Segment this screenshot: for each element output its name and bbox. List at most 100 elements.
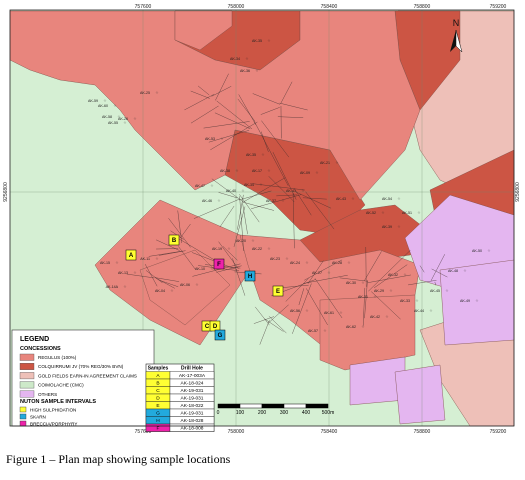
grid-label-easting: 758400: [321, 429, 338, 435]
scale-label: 500m: [322, 410, 335, 416]
table-cell-hole: AK-18-022: [181, 403, 204, 409]
table-cell-hole: AK-18-024: [181, 381, 204, 387]
drill-hole: ☆AK-34: [230, 57, 249, 62]
grid-label-easting: 759200: [490, 429, 507, 435]
legend-swatch: [19, 413, 27, 420]
hole-label: AK-42: [370, 315, 380, 319]
drill-hole: ☆AK-45: [430, 289, 449, 294]
drill-hole: ☆AK-26: [118, 117, 137, 122]
hole-label: AK-04: [155, 289, 165, 293]
table-cell-sample: F: [157, 426, 160, 432]
legend-swatch: [19, 372, 35, 380]
sample-marker-label: H: [248, 274, 252, 280]
drill-hole: ☆AK-09: [300, 171, 319, 176]
sample-marker-g: G: [214, 329, 226, 341]
plan-map: 7576007576007580007580007584007584007588…: [0, 0, 525, 445]
drill-hole: ☆AK-48: [448, 269, 467, 274]
grid-label-easting: 758800: [414, 429, 431, 435]
hole-label: AK-29: [374, 289, 384, 293]
drill-hole: ☆AK-28: [332, 261, 351, 266]
legend-label: REGULUS (100%): [38, 355, 77, 360]
legend-swatch: [19, 406, 27, 413]
hole-label: AK-38: [220, 169, 230, 173]
drill-hole: ☆AK-62: [346, 325, 365, 330]
legend-swatch: [19, 390, 35, 398]
scale-label: 300: [280, 410, 289, 416]
legend-label: GOLD FIELDS EARN-IN AGREEMENT CLAIMS: [38, 373, 137, 378]
table-row: G AK-19-031: [145, 408, 215, 417]
hole-label: AK-09: [300, 171, 310, 175]
legend-swatch: [19, 420, 27, 427]
hole-label: AK-32: [388, 273, 398, 277]
table-row: D AK-19-031: [145, 393, 215, 402]
drill-hole: ☆AK-46: [202, 199, 221, 204]
drill-hole: ☆AK-22: [252, 247, 271, 252]
sample-marker-label: G: [218, 333, 223, 339]
table-cell-sample: E: [156, 403, 159, 409]
drill-hole: ☆AK-35: [252, 39, 271, 44]
drill-hole: ☆AK-51: [402, 211, 421, 216]
hole-label: AK-40: [226, 189, 236, 193]
hole-label: AK-36: [240, 69, 250, 73]
legend-label: HIGH SULPHIDATION: [30, 407, 76, 412]
drill-hole: ☆AK-10: [195, 267, 214, 272]
hole-label: AK-45: [430, 289, 440, 293]
hole-label: AK-30: [346, 281, 356, 285]
scale-segment: [261, 403, 285, 409]
drill-hole: ☆AK-47: [195, 184, 214, 189]
hole-label: AK-15: [100, 261, 110, 265]
drill-hole: ☆AK-44: [414, 309, 433, 314]
hole-label: AK-54: [382, 197, 392, 201]
hole-label: AK-39: [382, 225, 392, 229]
drill-hole: ☆AK-57: [308, 329, 327, 334]
table-cell-sample: C: [156, 388, 160, 394]
grid-label-easting: 758800: [414, 4, 431, 10]
drill-hole: ☆AK-55: [108, 121, 127, 126]
table-cell-sample: D: [156, 396, 160, 402]
hole-label: AK-34: [244, 183, 254, 187]
grid-label-easting: 758000: [228, 4, 245, 10]
scale-segment: [283, 403, 307, 409]
hole-label: AK-26: [118, 117, 128, 121]
sample-marker-e: E: [272, 285, 284, 297]
drill-hole: ☆AK-41: [286, 189, 305, 194]
table-cell-sample: G: [156, 411, 160, 417]
drill-hole: ☆AK-11: [140, 257, 159, 262]
sample-marker-label: C: [205, 324, 210, 330]
drill-hole: ☆AK-17: [252, 169, 271, 174]
figure-caption: Figure 1 – Plan map showing sample locat…: [6, 452, 231, 466]
grid-label-easting: 758000: [228, 429, 245, 435]
hole-label: AK-35: [246, 153, 256, 157]
hole-label: AK-52: [366, 211, 376, 215]
drill-hole: ☆AK-59: [88, 99, 107, 104]
hole-label: AK-53: [205, 137, 215, 141]
drill-hole: ☆AK-34: [244, 183, 263, 188]
hole-label: AK-61: [324, 311, 334, 315]
table-row: E AK-18-022: [145, 401, 215, 410]
hole-label: AK-20: [236, 239, 246, 243]
legend-concession-item: OTHERS: [19, 390, 57, 398]
legend-concession-item: GOLD FIELDS EARN-IN AGREEMENT CLAIMS: [19, 372, 137, 380]
sample-marker-d: D: [209, 320, 221, 332]
drill-hole: ☆AK-36: [240, 69, 259, 74]
drill-hole: ☆AK-49: [460, 299, 479, 304]
sample-marker-b: B: [168, 234, 180, 246]
grid-label-northing: 9256800: [515, 182, 521, 202]
drill-hole: ☆AK-29: [374, 289, 393, 294]
table-cell-hole: AK-17-003A: [179, 373, 206, 379]
table-cell-hole: AK-19-031: [181, 396, 204, 402]
hole-label: AK-43: [336, 197, 346, 201]
hole-label: AK-59: [88, 99, 98, 103]
grid-label-easting: 759200: [490, 4, 507, 10]
drill-hole: ☆AK-13: [118, 271, 137, 276]
legend: LEGEND CONCESSIONS REGULUS (100%) COLQUIR…: [11, 329, 155, 427]
legend-label: SKARN: [30, 414, 46, 419]
hole-label: AK-37: [266, 199, 276, 203]
drill-hole: ☆AK-38: [220, 169, 239, 174]
sample-marker-f: F: [213, 258, 225, 270]
drill-hole: ☆AK-39: [382, 225, 401, 230]
hole-label: AK-49: [460, 299, 470, 303]
drill-hole: ☆AK-43: [336, 197, 355, 202]
scale-segment: [217, 403, 241, 409]
sample-marker-a: A: [125, 249, 137, 261]
